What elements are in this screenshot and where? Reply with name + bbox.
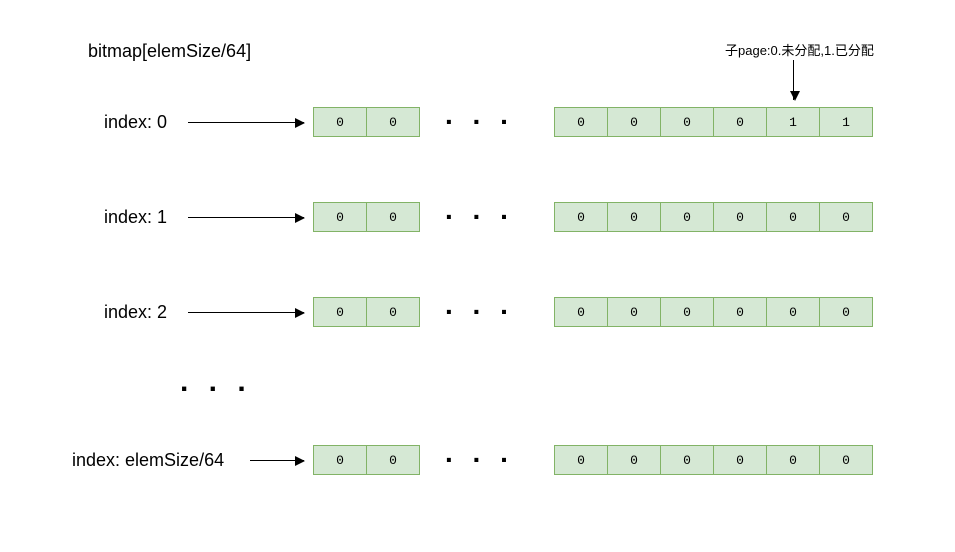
bit-cell: 0 [766, 202, 820, 232]
row-1-left-cells: 0 0 [313, 202, 420, 232]
row-label-1: index: 1 [104, 207, 167, 228]
bit-cell: 0 [713, 107, 767, 137]
bit-cell: 0 [313, 445, 367, 475]
row-2-right-cells: 0 0 0 0 0 0 [554, 297, 873, 327]
bit-cell: 0 [313, 107, 367, 137]
bit-cell: 0 [554, 297, 608, 327]
bit-cell: 0 [819, 202, 873, 232]
row-1-ellipsis: . . . [445, 194, 514, 226]
row-0-left-cells: 0 0 [313, 107, 420, 137]
bit-cell: 0 [713, 297, 767, 327]
row-arrow-3 [250, 460, 304, 461]
bit-cell: 0 [366, 202, 420, 232]
bit-cell: 0 [660, 445, 714, 475]
row-0-right-cells: 0 0 0 0 1 1 [554, 107, 873, 137]
row-arrow-1 [188, 217, 304, 218]
bit-cell: 0 [607, 297, 661, 327]
row-0-ellipsis: . . . [445, 99, 514, 131]
bit-cell: 0 [607, 107, 661, 137]
bit-cell: 0 [366, 107, 420, 137]
bit-cell: 0 [554, 107, 608, 137]
diagram-title: bitmap[elemSize/64] [88, 41, 251, 62]
allocation-note: 子page:0.未分配,1.已分配 [725, 40, 874, 59]
bit-cell: 0 [713, 202, 767, 232]
bit-cell: 1 [766, 107, 820, 137]
bit-cell: 0 [607, 202, 661, 232]
bit-cell: 0 [554, 202, 608, 232]
row-arrow-0 [188, 122, 304, 123]
bit-cell: 0 [607, 445, 661, 475]
row-label-2: index: 2 [104, 302, 167, 323]
row-3-left-cells: 0 0 [313, 445, 420, 475]
row-1-right-cells: 0 0 0 0 0 0 [554, 202, 873, 232]
note-arrow [793, 60, 794, 100]
bit-cell: 0 [713, 445, 767, 475]
row-2-ellipsis: . . . [445, 289, 514, 321]
row-3-ellipsis: . . . [445, 437, 514, 469]
bit-cell: 0 [313, 297, 367, 327]
bit-cell: 0 [366, 297, 420, 327]
bit-cell: 0 [366, 445, 420, 475]
bit-cell: 0 [766, 297, 820, 327]
bit-cell: 0 [819, 445, 873, 475]
bit-cell: 0 [660, 202, 714, 232]
bit-cell: 0 [819, 297, 873, 327]
bit-cell: 1 [819, 107, 873, 137]
row-label-0: index: 0 [104, 112, 167, 133]
bit-cell: 0 [554, 445, 608, 475]
row-2-left-cells: 0 0 [313, 297, 420, 327]
bit-cell: 0 [313, 202, 367, 232]
vertical-ellipsis: . . . [180, 365, 252, 399]
row-arrow-2 [188, 312, 304, 313]
bit-cell: 0 [660, 107, 714, 137]
row-3-right-cells: 0 0 0 0 0 0 [554, 445, 873, 475]
bit-cell: 0 [766, 445, 820, 475]
bit-cell: 0 [660, 297, 714, 327]
row-label-3: index: elemSize/64 [72, 450, 224, 471]
